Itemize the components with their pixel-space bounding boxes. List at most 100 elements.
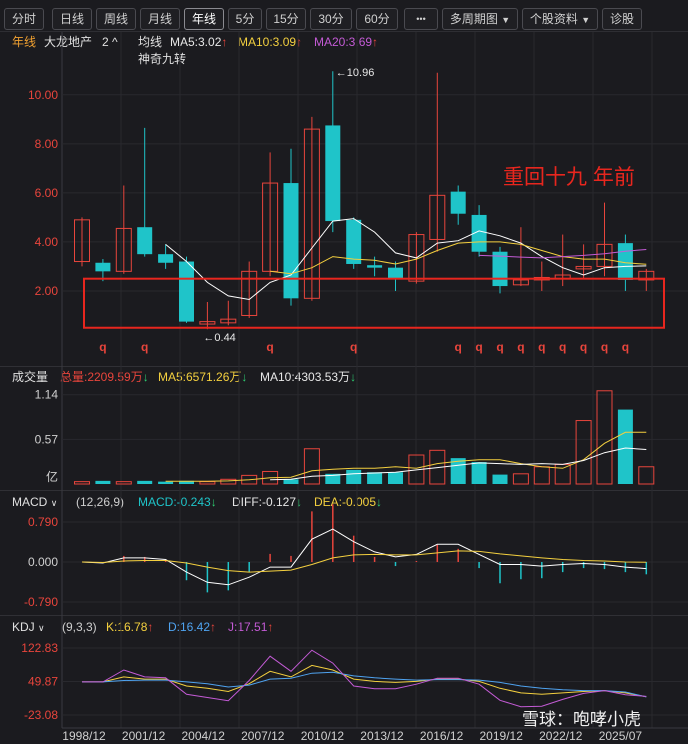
stock-name: 大龙地产 (44, 35, 93, 49)
stock-info-label: 个股资料 (529, 12, 578, 26)
up-arrow-icon: ↑ (147, 620, 154, 634)
up-arrow-icon: ↑ (267, 620, 274, 634)
candle-body (179, 261, 194, 322)
volume-bar (74, 481, 90, 485)
period-tab-daily[interactable]: 日线 (52, 8, 92, 30)
kdj-tick-label: 49.87 (28, 675, 58, 689)
volume-bar (346, 469, 362, 484)
candle-body (220, 318, 237, 324)
period-tab-30min[interactable]: 30分 (310, 8, 352, 30)
macd-title-text: MACD (12, 495, 48, 509)
volume-bar (115, 481, 132, 485)
diagnose-button[interactable]: 诊股 (602, 8, 642, 30)
chevron-down-icon: ▼ (501, 15, 511, 25)
adjust-dropdown[interactable]: 2 ^ (102, 35, 118, 49)
nine-turn-marker: q (350, 340, 357, 354)
nine-turn-marker: q (141, 340, 148, 354)
candle-body (241, 270, 258, 316)
candle-body (575, 265, 592, 270)
chevron-up-icon: ^ (112, 35, 118, 49)
nine-turn-marker: q (580, 340, 587, 354)
up-arrow-icon: ↑ (372, 35, 379, 49)
period-tab-15min[interactable]: 15分 (266, 8, 306, 30)
period-tab-weekly[interactable]: 周线 (96, 8, 136, 30)
dea-value-text: DEA:-0.005 (314, 495, 377, 509)
volume-bar (596, 390, 613, 485)
up-arrow-icon: ↑ (210, 620, 217, 634)
kdj-j-value: J:17.51↑ (228, 620, 273, 634)
kdj-title[interactable]: KDJ ∨ (12, 620, 45, 635)
period-tab-60min[interactable]: 60分 (356, 8, 398, 30)
x-axis-label: 2025/07 (599, 729, 643, 743)
divider (0, 615, 688, 616)
candle-body (74, 219, 90, 263)
down-arrow-icon: ↓ (142, 370, 149, 384)
volume-bar (575, 420, 592, 485)
candle-body (325, 125, 341, 222)
volume-total-text: 总量:2209.59万 (60, 370, 143, 384)
volume-bar (137, 480, 153, 484)
stock-chart-app: 分时 日线 周线 月线 年线 5分 15分 30分 60分 ••• 多周期图 ▼… (0, 0, 688, 744)
x-axis-label: 2010/12 (301, 729, 345, 743)
volume-ma5: MA5:6571.26万↓ (158, 370, 247, 384)
kdj-tick-label: 122.83 (21, 641, 58, 655)
volume-ma5-line (165, 431, 647, 482)
candle-body (158, 254, 174, 263)
period-label: 年线 (12, 35, 37, 49)
volume-ma10-text: MA10:4303.53万 (260, 370, 351, 384)
ma5-line (165, 218, 647, 301)
candle-body (471, 214, 487, 252)
watermark: 雪球：咆哮小虎 (522, 710, 641, 729)
volume-tick-label: 1.14 (35, 388, 59, 402)
volume-bar (303, 448, 320, 485)
price-tick-label: 6.00 (35, 186, 59, 200)
up-arrow-icon: ↑ (221, 35, 228, 49)
period-tab-yearly[interactable]: 年线 (184, 8, 224, 30)
down-arrow-icon: ↓ (210, 495, 217, 509)
candle-body (596, 243, 613, 267)
kdj-params: (9,3,3) (62, 620, 97, 634)
ma5-text: MA5:3.02 (170, 35, 222, 49)
kdj-k-line (82, 664, 647, 698)
kdj-title-text: KDJ (12, 620, 35, 634)
multi-period-dropdown[interactable]: 多周期图 ▼ (442, 8, 518, 30)
nine-turn-marker: q (601, 340, 608, 354)
volume-bar (241, 474, 258, 485)
up-arrow-icon: ↑ (296, 35, 303, 49)
candle-body (367, 265, 383, 268)
ma-label: 均线 (138, 35, 163, 49)
volume-bar (388, 472, 403, 484)
dea-line (81, 550, 647, 573)
more-button[interactable]: ••• (404, 8, 438, 30)
kdj-d-value: D:16.42↑ (168, 620, 216, 634)
volume-unit-label: 亿 (46, 469, 58, 484)
price-tick-label: 4.00 (35, 235, 59, 249)
volume-ma10: MA10:4303.53万↓ (260, 370, 356, 384)
macd-tick-label: 0.790 (28, 515, 58, 529)
down-arrow-icon: ↓ (376, 495, 383, 509)
period-tab-intraday[interactable]: 分时 (4, 8, 44, 30)
volume-bar (199, 481, 216, 485)
volume-title: 成交量 (12, 370, 49, 384)
volume-bar (283, 479, 299, 484)
price-tick-label: 10.00 (28, 88, 58, 102)
volume-bar (450, 458, 466, 484)
kdj-k-value: K:16.78↑ (106, 620, 153, 634)
macd-tick-label: -0.790 (24, 595, 58, 609)
adjust-value: 2 (102, 35, 109, 49)
nine-turn-marker: q (266, 340, 273, 354)
period-tab-5min[interactable]: 5分 (228, 8, 262, 30)
volume-bar (512, 473, 529, 485)
ma20-text: MA20:3.69 (314, 35, 373, 49)
dea-value: DEA:-0.005↓ (314, 495, 382, 509)
period-tab-monthly[interactable]: 月线 (140, 8, 180, 30)
macd-title[interactable]: MACD ∨ (12, 495, 57, 510)
volume-bar (95, 480, 111, 484)
multi-period-label: 多周期图 (449, 12, 498, 26)
stock-info-dropdown[interactable]: 个股资料 ▼ (522, 8, 598, 30)
volume-ma5-text: MA5:6571.26万 (158, 370, 242, 384)
ma10-text: MA10:3.09 (238, 35, 297, 49)
high-price-label: ←10.96 (336, 67, 375, 79)
x-axis-label: 2022/12 (539, 729, 583, 743)
candle-body (638, 270, 655, 281)
